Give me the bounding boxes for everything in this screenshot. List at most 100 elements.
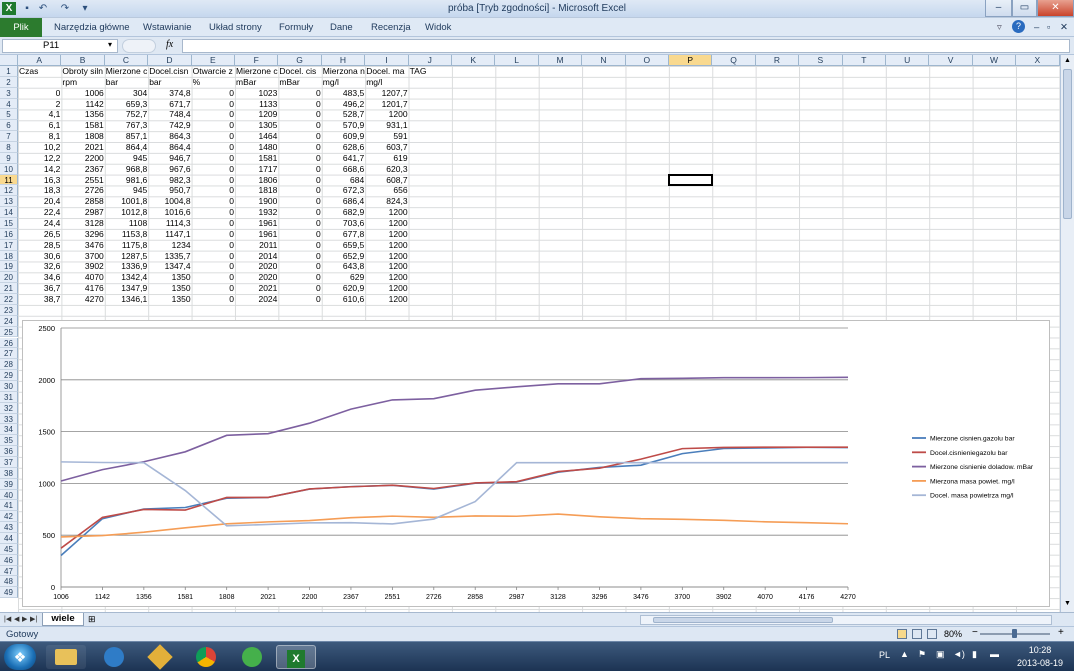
row-header-27[interactable]: 27 xyxy=(0,348,18,360)
row-header-43[interactable]: 43 xyxy=(0,522,18,533)
row-header-33[interactable]: 33 xyxy=(0,413,18,425)
series-line-4[interactable] xyxy=(60,513,849,538)
excel-taskbar-icon[interactable]: X xyxy=(276,645,316,669)
workbook-minimize-icon[interactable]: – xyxy=(1034,22,1039,33)
row-header-44[interactable]: 44 xyxy=(0,532,18,544)
column-header-h[interactable]: H xyxy=(321,55,366,66)
help-icon[interactable]: ? xyxy=(1012,20,1025,33)
maximize-button[interactable]: ▭ xyxy=(1012,0,1037,17)
series-line-3[interactable] xyxy=(60,376,849,482)
zoom-level[interactable]: 80% xyxy=(944,629,962,639)
row-header-31[interactable]: 31 xyxy=(0,391,18,403)
first-sheet-icon[interactable]: |◀ xyxy=(4,615,11,623)
clock-time[interactable]: 10:28 xyxy=(1010,645,1070,655)
row-header-11[interactable]: 11 xyxy=(0,174,18,186)
column-header-e[interactable]: E xyxy=(191,55,235,66)
column-header-m[interactable]: M xyxy=(538,55,583,66)
start-button-icon[interactable]: ❖ xyxy=(4,644,36,670)
tab-formulas[interactable]: Formuły xyxy=(279,22,313,33)
row-header-1[interactable]: 1 xyxy=(0,66,18,77)
zoom-in-icon[interactable]: + xyxy=(1058,627,1064,638)
row-header-17[interactable]: 17 xyxy=(0,239,18,251)
tab-page-layout[interactable]: Układ strony xyxy=(209,22,262,33)
row-header-8[interactable]: 8 xyxy=(0,142,18,153)
tab-data[interactable]: Dane xyxy=(330,22,353,33)
minimize-button[interactable]: – xyxy=(985,0,1012,17)
row-header-49[interactable]: 49 xyxy=(0,587,18,599)
column-header-i[interactable]: I xyxy=(365,55,409,66)
active-cell[interactable] xyxy=(668,173,714,187)
column-header-k[interactable]: K xyxy=(452,55,496,66)
column-header-t[interactable]: T xyxy=(842,55,886,66)
row-header-26[interactable]: 26 xyxy=(0,337,18,349)
column-header-n[interactable]: N xyxy=(582,55,626,66)
row-header-13[interactable]: 13 xyxy=(0,196,18,208)
network-icon[interactable]: ▮ xyxy=(972,649,977,660)
name-box[interactable]: P11 xyxy=(2,39,118,53)
column-header-v[interactable]: V xyxy=(929,55,973,66)
next-sheet-icon[interactable]: ▶ xyxy=(22,615,27,623)
tab-file[interactable]: Plik xyxy=(0,18,42,37)
row-header-10[interactable]: 10 xyxy=(0,163,18,175)
tray-expand-icon[interactable]: ▲ xyxy=(900,649,909,659)
row-header-3[interactable]: 3 xyxy=(0,87,18,99)
row-header-45[interactable]: 45 xyxy=(0,543,18,555)
row-header-34[interactable]: 34 xyxy=(0,424,18,436)
row-header-35[interactable]: 35 xyxy=(0,435,18,447)
tab-insert[interactable]: Wstawianie xyxy=(143,22,192,33)
green-app-icon[interactable] xyxy=(232,645,272,669)
row-header-47[interactable]: 47 xyxy=(0,565,18,577)
column-header-g[interactable]: G xyxy=(278,55,322,66)
name-box-dropdown-icon[interactable]: ▾ xyxy=(108,40,112,49)
row-header-7[interactable]: 7 xyxy=(0,131,18,143)
tool-app-icon[interactable] xyxy=(140,644,180,670)
clock-date[interactable]: 2013-08-19 xyxy=(1010,658,1070,668)
workbook-close-icon[interactable]: ✕ xyxy=(1060,22,1068,33)
row-header-48[interactable]: 48 xyxy=(0,576,18,588)
battery-icon[interactable]: ▬ xyxy=(990,649,999,659)
row-header-2[interactable]: 2 xyxy=(0,76,18,88)
chrome-icon[interactable] xyxy=(186,645,226,669)
row-header-9[interactable]: 9 xyxy=(0,152,18,164)
line-chart[interactable]: 0 500 1000 1500 2000 2500 1006 1142 1356 1581 1808… xyxy=(22,320,1050,607)
last-sheet-icon[interactable]: ▶| xyxy=(30,615,37,623)
row-header-28[interactable]: 28 xyxy=(0,359,18,371)
row-header-30[interactable]: 30 xyxy=(0,380,18,392)
row-header-23[interactable]: 23 xyxy=(0,304,18,316)
normal-view-icon[interactable] xyxy=(897,629,907,639)
select-all-corner[interactable] xyxy=(0,55,18,66)
vertical-scrollbar[interactable]: ▲ ▼ xyxy=(1060,55,1074,612)
tab-review[interactable]: Recenzja xyxy=(371,22,411,33)
row-header-37[interactable]: 37 xyxy=(0,456,18,468)
minimize-ribbon-icon[interactable]: ▿ xyxy=(997,22,1002,33)
row-header-38[interactable]: 38 xyxy=(0,467,18,479)
row-header-20[interactable]: 20 xyxy=(0,272,18,284)
worksheet-grid[interactable]: ABCDEFGHIJKLMNOPQRSTUVWX 1 2 3 4 5 6 7 8 9 10 11 12… xyxy=(0,55,1060,612)
outlook-icon[interactable] xyxy=(94,645,134,669)
scroll-up-icon[interactable]: ▲ xyxy=(1063,57,1072,65)
tab-view[interactable]: Widok xyxy=(425,22,451,33)
row-header-16[interactable]: 16 xyxy=(0,228,18,240)
row-header-19[interactable]: 19 xyxy=(0,261,18,273)
row-header-5[interactable]: 5 xyxy=(0,109,18,121)
tray-flag-icon[interactable]: ⚑ xyxy=(918,649,926,660)
column-header-l[interactable]: L xyxy=(495,55,539,66)
row-header-22[interactable]: 22 xyxy=(0,294,18,305)
sheet-tab-wiele[interactable]: wiele xyxy=(42,613,84,626)
workbook-restore-icon[interactable]: ▫ xyxy=(1047,22,1050,33)
row-header-14[interactable]: 14 xyxy=(0,207,18,219)
column-header-u[interactable]: U xyxy=(886,55,930,66)
insert-function-icon[interactable]: fx xyxy=(166,39,173,50)
prev-sheet-icon[interactable]: ◀ xyxy=(14,615,19,623)
row-header-36[interactable]: 36 xyxy=(0,446,18,457)
close-button[interactable]: ✕ xyxy=(1037,0,1074,17)
row-header-12[interactable]: 12 xyxy=(0,185,18,197)
column-header-f[interactable]: F xyxy=(235,55,279,66)
insert-sheet-icon[interactable]: ⊞ xyxy=(88,614,96,625)
column-header-j[interactable]: J xyxy=(408,55,452,66)
column-header-q[interactable]: Q xyxy=(712,55,756,66)
column-header-p[interactable]: P xyxy=(669,55,713,66)
row-header-18[interactable]: 18 xyxy=(0,250,18,262)
zoom-out-icon[interactable]: − xyxy=(972,627,978,638)
explorer-icon[interactable] xyxy=(46,645,86,669)
